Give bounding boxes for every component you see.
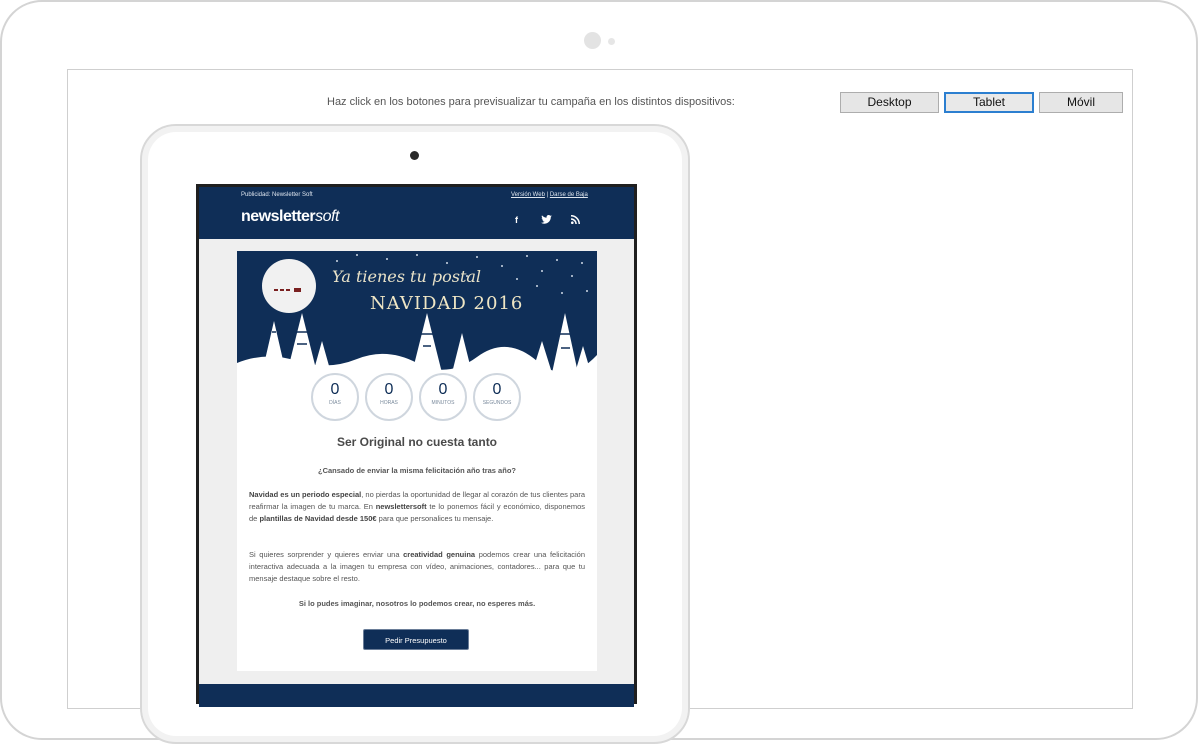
paragraph-2: Si quieres sorprender y quieres enviar u… <box>249 550 585 583</box>
newsletter-preview: Publicidad: Newsletter Soft Versión Web … <box>199 187 634 707</box>
banner-subtitle: Ya tienes tu postal <box>332 267 482 286</box>
sensor-icon <box>608 38 615 45</box>
publicity-label: Publicidad: Newsletter Soft <box>241 192 313 198</box>
countdown: 0 DÍAS 0 HORAS 0 MINUTOS 0 SEGUNDOS <box>311 373 531 425</box>
preview-instruction: Haz click en los botones para previsuali… <box>327 96 735 108</box>
closing-text: Si lo pudes imaginar, nosotros lo podemo… <box>298 599 536 608</box>
tablet-camera-icon <box>410 151 419 160</box>
christmas-banner: Ya tienes tu postal NAVIDAD 2016 <box>237 251 597 376</box>
request-quote-button[interactable]: Pedir Presupuesto <box>363 629 469 650</box>
email-content: Ya tienes tu postal NAVIDAD 2016 0 DÍAS 0… <box>237 251 597 671</box>
desktop-button[interactable]: Desktop <box>840 92 939 113</box>
countdown-minutes: 0 MINUTOS <box>419 373 467 421</box>
newsletter-logo[interactable]: newslettersoft <box>241 208 339 226</box>
unsubscribe-link[interactable]: Darse de Baja <box>550 192 588 198</box>
content-title: Ser Original no cuesta tanto <box>336 435 498 449</box>
banner-title: NAVIDAD 2016 <box>370 293 524 314</box>
moon-icon <box>262 259 316 313</box>
paragraph-1: Navidad es un periodo especial, no pierd… <box>249 490 585 523</box>
twitter-icon[interactable] <box>541 215 552 226</box>
web-version-link[interactable]: Versión Web <box>511 192 545 198</box>
rss-icon[interactable] <box>571 215 580 226</box>
camera-icon <box>584 32 601 49</box>
link-separator: | <box>546 192 549 198</box>
question-text: ¿Cansado de enviar la misma felicitación… <box>318 466 516 475</box>
countdown-days: 0 DÍAS <box>311 373 359 421</box>
header-links: Versión Web | Darse de Baja <box>511 192 588 198</box>
logo-main: newsletter <box>241 208 316 225</box>
tablet-button[interactable]: Tablet <box>944 92 1034 113</box>
logo-accent: soft <box>315 208 339 225</box>
countdown-seconds: 0 SEGUNDOS <box>473 373 521 421</box>
mobile-button[interactable]: Móvil <box>1039 92 1123 113</box>
countdown-hours: 0 HORAS <box>365 373 413 421</box>
facebook-icon[interactable]: f <box>515 215 518 225</box>
newsletter-header: Publicidad: Newsletter Soft Versión Web … <box>199 187 634 239</box>
newsletter-footer <box>199 684 634 707</box>
